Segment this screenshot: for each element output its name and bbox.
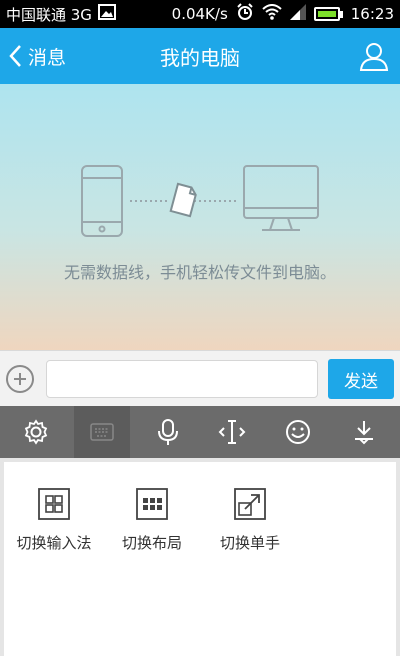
back-button[interactable]: 消息: [8, 28, 66, 84]
network-speed: 0.04K/s: [171, 5, 228, 23]
option-label: 切换布局: [121, 534, 182, 552]
battery-icon: [313, 7, 343, 21]
transfer-hint: 无需数据线，手机轻松传文件到电脑。: [63, 263, 336, 282]
input-bar: 发送: [0, 350, 400, 407]
image-icon: [97, 4, 116, 24]
monitor-icon: [243, 165, 319, 231]
cursor-icon[interactable]: [206, 406, 258, 458]
message-input[interactable]: [46, 360, 318, 398]
status-bar: 中国联通 3G 0.04K/s 16:23: [0, 0, 400, 28]
collapse-icon[interactable]: [338, 406, 390, 458]
keyboard-icon[interactable]: [74, 406, 130, 458]
grid-2x2-icon: [38, 488, 70, 520]
user-icon: [359, 43, 389, 71]
option-label: 切换输入法: [16, 534, 92, 552]
microphone-icon[interactable]: [142, 406, 194, 458]
signal-icon: [289, 4, 306, 24]
wifi-icon: [262, 4, 282, 24]
chat-area: 无需数据线，手机轻松传文件到电脑。: [0, 84, 400, 350]
option-label: 切换单手: [219, 534, 280, 552]
carrier-label: 中国联通 3G: [6, 5, 92, 24]
header-bar: 消息 我的电脑: [0, 28, 400, 84]
plus-icon[interactable]: [6, 365, 34, 393]
chevron-left-icon: [9, 45, 21, 67]
file-icon: [169, 182, 197, 218]
switch-input-method-option[interactable]: 切换输入法: [4, 488, 104, 553]
clock: 16:23: [350, 5, 394, 23]
switch-one-hand-option[interactable]: 切换单手: [200, 488, 300, 553]
grid-3x2-icon: [136, 488, 168, 520]
keyboard-panel: 切换输入法 切换布局 切换单手: [0, 458, 400, 656]
expand-arrow-icon: [234, 488, 266, 520]
profile-button[interactable]: [358, 40, 390, 72]
switch-layout-option[interactable]: 切换布局: [102, 488, 202, 553]
keyboard-toolbar: [0, 406, 400, 458]
phone-icon: [81, 165, 123, 237]
gear-icon[interactable]: [10, 406, 62, 458]
emoji-icon[interactable]: [272, 406, 324, 458]
alarm-icon: [236, 3, 254, 25]
phone-to-pc-illustration: [81, 165, 319, 237]
send-button[interactable]: 发送: [328, 359, 394, 399]
page-title: 我的电脑: [160, 45, 240, 70]
back-label: 消息: [28, 46, 67, 69]
